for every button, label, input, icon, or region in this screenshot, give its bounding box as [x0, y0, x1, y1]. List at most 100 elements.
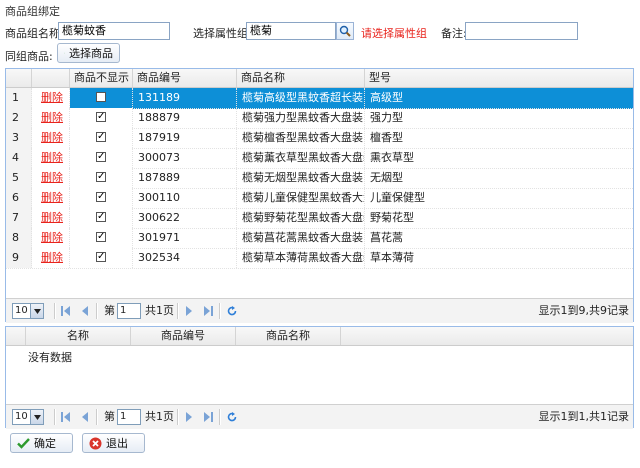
header-group-code[interactable]: 商品编号 — [131, 327, 236, 345]
hidden-checkbox-cell: ✓ — [70, 228, 133, 248]
hidden-checkbox[interactable]: ✓ — [96, 112, 106, 122]
select-goods-label: 选择商品 — [69, 47, 113, 60]
ok-label: 确定 — [34, 437, 56, 450]
goods-code: 300110 — [133, 188, 237, 208]
next-page-icon[interactable] — [184, 412, 194, 422]
next-page-icon[interactable] — [184, 306, 194, 316]
checkmark-icon — [17, 438, 30, 449]
ok-button[interactable]: 确定 — [10, 433, 73, 453]
group-pager: 10 第 1 共1页 显示1到1,共1记录 — [6, 404, 633, 429]
select-goods-button[interactable]: 选择商品 — [57, 43, 120, 63]
delete-link[interactable]: 删除 — [32, 128, 70, 148]
delete-link[interactable]: 删除 — [32, 148, 70, 168]
exit-label: 退出 — [106, 437, 128, 450]
delete-link[interactable]: 删除 — [32, 248, 70, 268]
goods-name: 榄菊薰衣草型黑蚊香大盘装 — [237, 148, 365, 168]
cancel-icon — [89, 437, 102, 449]
chevron-down-icon — [30, 304, 43, 318]
goods-model: 野菊花型 — [370, 211, 414, 224]
goods-name: 榄菊檀香型黑蚊香大盘装 — [237, 128, 365, 148]
goods-code: 187889 — [133, 168, 237, 188]
hidden-checkbox-cell: ✓ — [70, 108, 133, 128]
page-number-input[interactable]: 1 — [117, 409, 141, 425]
goods-code: 301971 — [133, 228, 237, 248]
goods-name: 榄菊无烟型黑蚊香大盘装 — [237, 168, 365, 188]
pager-summary: 显示1到9,共9记录 — [538, 304, 630, 317]
page-size-select[interactable]: 10 — [12, 303, 44, 319]
row-number: 9 — [6, 248, 32, 268]
page-size-value: 10 — [15, 305, 28, 316]
goods-code: 131189 — [133, 88, 237, 108]
hidden-checkbox[interactable]: ✓ — [96, 252, 106, 262]
row-number: 8 — [6, 228, 32, 248]
hidden-checkbox[interactable] — [96, 92, 106, 102]
hidden-checkbox[interactable]: ✓ — [96, 212, 106, 222]
delete-link[interactable]: 删除 — [32, 108, 70, 128]
page-number-input[interactable]: 1 — [117, 303, 141, 319]
table-row[interactable]: 3 删除 ✓ 187919 榄菊檀香型黑蚊香大盘装 檀香型 — [6, 128, 633, 149]
header-code[interactable]: 商品编号 — [133, 69, 237, 87]
table-row[interactable]: 6删除 ✓ 300110榄菊儿童保健型黑蚊香大盘装儿童保健型 — [6, 188, 633, 209]
first-page-icon[interactable] — [61, 412, 71, 422]
goods-name: 榄菊强力型黑蚊香大盘装 — [237, 108, 365, 128]
goods-code: 300622 — [133, 208, 237, 228]
goods-model: 菖花蒿 — [370, 231, 403, 244]
delete-link[interactable]: 删除 — [32, 188, 70, 208]
goods-model: 檀香型 — [370, 131, 403, 144]
hidden-checkbox-cell: ✓ — [70, 188, 133, 208]
refresh-icon[interactable] — [227, 306, 237, 316]
hidden-checkbox[interactable]: ✓ — [96, 192, 106, 202]
group-name-input[interactable]: 榄菊蚊香 — [58, 22, 170, 40]
delete-link[interactable]: 删除 — [32, 208, 70, 228]
delete-link[interactable]: 删除 — [32, 228, 70, 248]
row-number: 2 — [6, 108, 32, 128]
goods-model: 强力型 — [370, 111, 403, 124]
last-page-icon[interactable] — [203, 306, 213, 316]
last-page-icon[interactable] — [203, 412, 213, 422]
remark-label: 备注: — [441, 27, 467, 40]
chevron-down-icon — [30, 410, 43, 424]
page-size-select[interactable]: 10 — [12, 409, 44, 425]
hidden-checkbox[interactable]: ✓ — [96, 172, 106, 182]
header-hidden[interactable]: 商品不显示 — [70, 69, 133, 87]
table-row[interactable]: 2 删除 ✓ 188879 榄菊强力型黑蚊香大盘装 强力型 — [6, 108, 633, 129]
attr-group-input[interactable]: 榄菊 — [246, 22, 336, 40]
total-pages: 共1页 — [145, 304, 174, 317]
delete-link[interactable]: 删除 — [32, 88, 70, 108]
table-row[interactable]: 1 删除 131189 榄菊高级型黑蚊香超长装 高级型 — [6, 88, 633, 109]
table-row[interactable]: 7 删除 ✓ 300622 榄菊野菊花型黑蚊香大盘装 野菊花型 — [6, 208, 633, 229]
table-row[interactable]: 9 删除 ✓ 302534 榄菊草本薄荷黑蚊香大盘装 草本薄荷 — [6, 248, 633, 269]
row-number: 6 — [6, 188, 32, 208]
hidden-checkbox[interactable]: ✓ — [96, 132, 106, 142]
header-group-name[interactable]: 名称 — [26, 327, 131, 345]
group-name-label: 商品组名称: — [5, 27, 64, 40]
hidden-checkbox-cell: ✓ — [70, 248, 133, 268]
first-page-icon[interactable] — [61, 306, 71, 316]
goods-grid: 商品不显示 商品编号 商品名称 型号 1 删除 131189 榄菊高级型黑蚊香超长装高… — [5, 68, 635, 323]
prev-page-icon[interactable] — [80, 306, 90, 316]
prev-page-icon[interactable] — [80, 412, 90, 422]
goods-model: 熏衣草型 — [370, 151, 414, 164]
hidden-checkbox[interactable]: ✓ — [96, 232, 106, 242]
goods-name: 榄菊野菊花型黑蚊香大盘装 — [237, 208, 365, 228]
header-name[interactable]: 商品名称 — [237, 69, 365, 87]
header-group-goods-name[interactable]: 商品名称 — [236, 327, 341, 345]
exit-button[interactable]: 退出 — [82, 433, 145, 453]
search-button[interactable] — [336, 22, 354, 40]
table-row[interactable]: 5 删除 ✓ 187889 榄菊无烟型黑蚊香大盘装 无烟型 — [6, 168, 633, 189]
remark-input[interactable] — [465, 22, 578, 40]
row-number: 1 — [6, 88, 32, 108]
same-group-label: 同组商品: — [5, 50, 53, 63]
hidden-checkbox[interactable]: ✓ — [96, 152, 106, 162]
row-number: 3 — [6, 128, 32, 148]
table-row[interactable]: 4 删除 ✓ 300073 榄菊薰衣草型黑蚊香大盘装 熏衣草型 — [6, 148, 633, 169]
goods-model: 儿童保健型 — [370, 191, 425, 204]
delete-link[interactable]: 删除 — [32, 168, 70, 188]
header-action — [32, 69, 70, 87]
refresh-icon[interactable] — [227, 412, 237, 422]
table-row[interactable]: 8 删除 ✓ 301971 榄菊菖花蒿黑蚊香大盘装 菖花蒿 — [6, 228, 633, 249]
group-grid: 名称 商品编号 商品名称 没有数据 10 第 1 共1页 显示1到1,共1记录 — [5, 326, 634, 429]
header-blank — [6, 327, 26, 345]
header-model[interactable]: 型号 — [365, 69, 635, 87]
goods-name: 榄菊儿童保健型黑蚊香大盘装 — [237, 188, 365, 208]
